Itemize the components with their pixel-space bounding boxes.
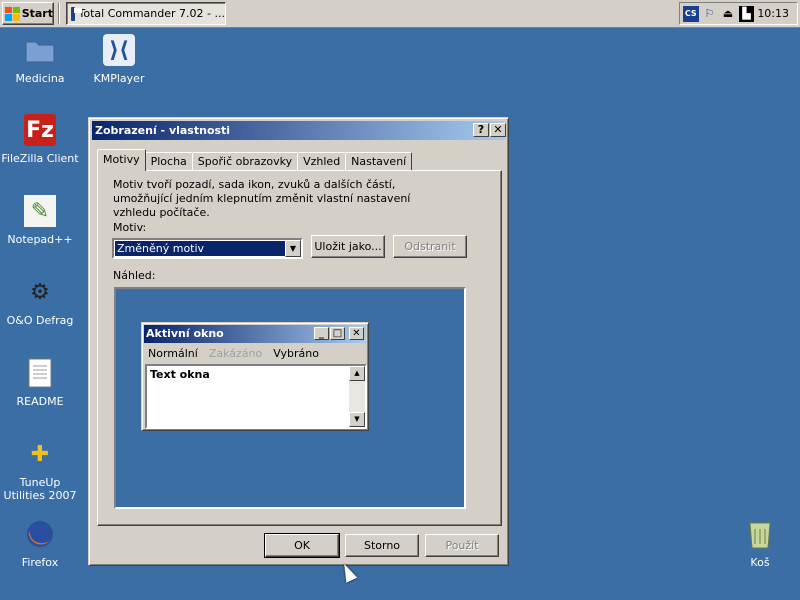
remove-button[interactable]: Odstranit <box>393 235 467 258</box>
taskbar-separator <box>58 3 60 24</box>
desktop-icon-label: Firefox <box>21 556 59 569</box>
recycle-bin-icon <box>744 518 776 550</box>
start-label: Start <box>21 7 53 20</box>
desktop-icon-label: FileZilla Client <box>1 152 79 165</box>
preview-menu: Normální Zakázáno Vybráno <box>148 347 319 360</box>
tab-sporic[interactable]: Spořič obrazovky <box>191 152 299 171</box>
preview-window: Aktivní okno _ □ ✕ Normální Zakázáno Vyb… <box>141 322 369 431</box>
theme-preview: Aktivní okno _ □ ✕ Normální Zakázáno Vyb… <box>114 287 466 509</box>
start-button[interactable]: Start <box>2 2 54 25</box>
taskbar-button-total-commander[interactable]: Total Commander 7.02 - ... <box>66 2 226 25</box>
motiv-select[interactable]: Změněný motiv ▼ <box>112 238 303 259</box>
desktop-icon-readme[interactable]: README <box>0 357 80 408</box>
clock[interactable]: 10:13 <box>757 7 797 20</box>
tab-nastaveni[interactable]: Nastavení <box>345 152 413 171</box>
desktop-icon-label: Koš <box>750 556 770 569</box>
desktop-icon-label: KMPlayer <box>93 72 145 85</box>
tuneup-icon: ✚ <box>30 441 50 467</box>
cancel-button[interactable]: Storno <box>345 534 419 557</box>
motiv-label: Motiv: <box>113 221 147 234</box>
close-icon: ✕ <box>349 327 364 340</box>
maximize-icon: □ <box>330 327 345 340</box>
firefox-icon <box>24 518 56 550</box>
desktop-icon-notepadpp[interactable]: ✎ Notepad++ <box>0 195 80 246</box>
tab-plocha[interactable]: Plocha <box>144 152 193 171</box>
preview-titlebar: Aktivní okno _ □ ✕ <box>144 325 366 343</box>
desktop-icon-label: README <box>16 395 64 408</box>
desktop-icon-label: Notepad++ <box>7 233 73 246</box>
minimize-icon: _ <box>314 327 329 340</box>
kmplayer-icon: ⟩⟨ <box>103 34 135 66</box>
display-properties-dialog: Zobrazení - vlastnosti ? ✕ Motivy Plocha… <box>88 117 509 566</box>
preview-window-title: Aktivní okno <box>146 327 224 340</box>
preview-menu-selected: Vybráno <box>273 347 319 360</box>
task-label: Total Commander 7.02 - ... <box>78 7 225 20</box>
apply-button[interactable]: Použít <box>425 534 499 557</box>
desktop-icon-recycle-bin[interactable]: Koš <box>720 518 800 569</box>
desktop-icon-kmplayer[interactable]: ⟩⟨ KMPlayer <box>79 34 159 85</box>
taskbar: Start Total Commander 7.02 - ... CS ⚐ ⏏ … <box>0 0 800 28</box>
desktop-icon-label: O&O Defrag <box>6 314 74 327</box>
tab-vzhled[interactable]: Vzhled <box>297 152 347 171</box>
preview-window-text: Text okna <box>150 368 210 381</box>
ok-button[interactable]: OK <box>264 533 340 558</box>
scroll-down-icon: ▼ <box>349 412 365 427</box>
description-text: Motiv tvoří pozadí, sada ikon, zvuků a d… <box>113 178 411 219</box>
eject-icon[interactable]: ⏏ <box>720 6 736 22</box>
tab-strip: Motivy Plocha Spořič obrazovky Vzhled Na… <box>97 149 413 171</box>
scroll-up-icon: ▲ <box>349 366 365 381</box>
dialog-titlebar[interactable]: Zobrazení - vlastnosti ? ✕ <box>92 121 506 140</box>
windows-logo-icon <box>5 6 20 21</box>
desktop-icon-filezilla[interactable]: Fz FileZilla Client <box>0 114 80 165</box>
defrag-icon: ⚙ <box>30 279 50 305</box>
network-icon[interactable]: ⚐ <box>702 6 718 22</box>
tab-motivy[interactable]: Motivy <box>97 149 146 171</box>
desktop-icon-tuneup[interactable]: ✚ TuneUp Utilities 2007 <box>0 438 80 503</box>
filezilla-icon: Fz <box>24 114 56 146</box>
document-icon <box>24 357 56 389</box>
save-as-button[interactable]: Uložit jako... <box>311 235 385 258</box>
preview-label: Náhled: <box>113 269 156 282</box>
chevron-down-icon[interactable]: ▼ <box>285 240 301 257</box>
desktop-icon-label: Medicina <box>15 72 65 85</box>
desktop-icon-medicina[interactable]: Medicina <box>0 34 80 85</box>
preview-text-area: Text okna ▲ ▼ <box>145 364 367 429</box>
close-button[interactable]: ✕ <box>490 123 506 137</box>
desktop-icon-label: TuneUp Utilities 2007 <box>3 476 77 502</box>
display-icon[interactable]: ▙ <box>738 5 755 22</box>
preview-scrollbar: ▲ ▼ <box>349 366 365 427</box>
preview-menu-normal: Normální <box>148 347 198 360</box>
preview-menu-disabled: Zakázáno <box>208 347 263 360</box>
dialog-title: Zobrazení - vlastnosti <box>95 124 231 137</box>
motiv-select-value: Změněný motiv <box>115 241 285 256</box>
floppy-icon <box>71 6 81 21</box>
desktop-icon-firefox[interactable]: Firefox <box>0 518 80 569</box>
folder-icon <box>24 34 56 66</box>
notepad-icon: ✎ <box>24 195 56 227</box>
system-tray: CS ⚐ ⏏ ▙ 10:13 <box>679 2 798 25</box>
language-icon[interactable]: CS <box>683 5 699 22</box>
help-button[interactable]: ? <box>473 123 489 137</box>
desktop-icon-oodefrag[interactable]: ⚙ O&O Defrag <box>0 276 80 328</box>
